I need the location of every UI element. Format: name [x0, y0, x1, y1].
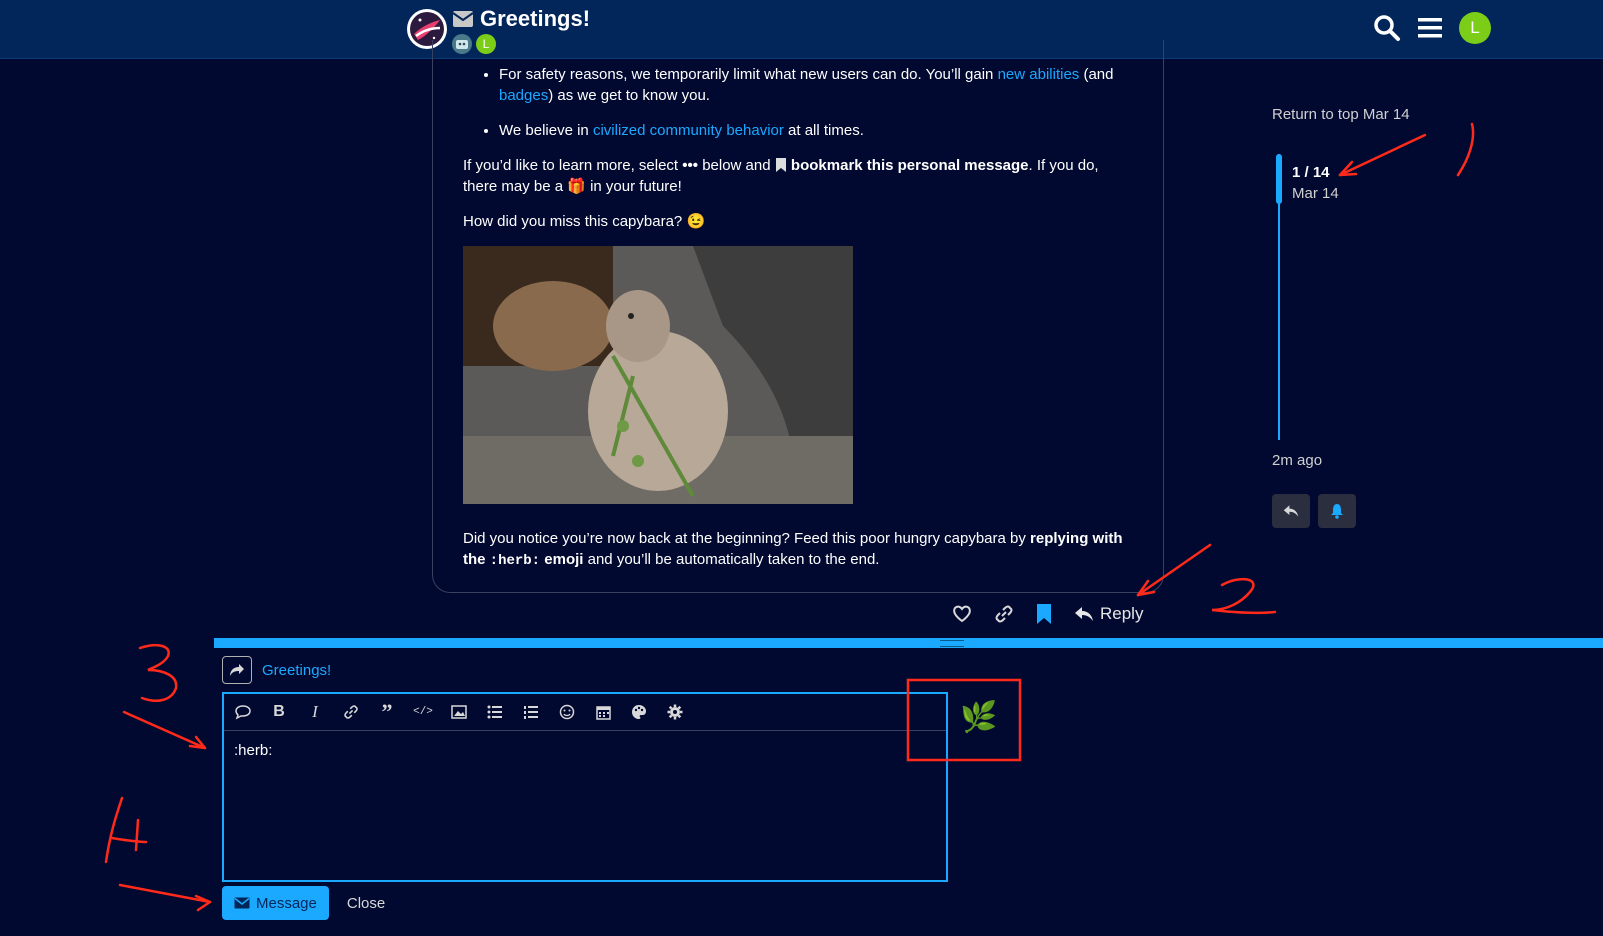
position-date: Mar 14 [1292, 185, 1339, 202]
reply-arrow-icon [1283, 505, 1299, 517]
code-icon[interactable]: </> [412, 701, 434, 723]
numbered-list-icon[interactable] [520, 701, 542, 723]
emoji-picker-icon[interactable] [556, 701, 578, 723]
reply-label: Reply [1100, 604, 1144, 623]
topic-title[interactable]: Greetings! [480, 6, 590, 32]
composer-editor: B I ” </> :herb: [222, 692, 948, 882]
last-activity[interactable]: 2m ago [1272, 452, 1322, 469]
composer-topic-title[interactable]: Greetings! [262, 662, 331, 679]
gear-icon[interactable] [664, 701, 686, 723]
bell-icon [1331, 504, 1343, 519]
message-label: Message [256, 894, 317, 912]
reply-button[interactable]: Reply [1074, 604, 1143, 624]
link-icon[interactable] [994, 604, 1014, 624]
header-icons: L [1373, 12, 1491, 44]
timeline-reply-button[interactable] [1272, 494, 1310, 528]
quote-bubble-icon[interactable] [232, 701, 254, 723]
badges-link[interactable]: badges [499, 87, 548, 104]
list-item: We believe in civilized community behavi… [499, 120, 1133, 141]
bold-icon[interactable]: B [268, 701, 290, 723]
composer-textarea[interactable]: :herb: [234, 742, 272, 759]
envelope-icon [234, 897, 250, 909]
heart-icon[interactable] [952, 605, 972, 623]
composer-grip[interactable] [940, 640, 964, 647]
more-dots-icon: ••• [682, 157, 699, 174]
share-arrow-icon [230, 664, 244, 676]
composer-buttons: Message Close [222, 886, 385, 920]
paragraph: Did you notice you’re now back at the be… [463, 530, 1123, 569]
editor-toolbar: B I ” </> [224, 694, 946, 731]
notification-button[interactable] [1318, 494, 1356, 528]
gift-emoji-icon: 🎁 [567, 178, 586, 195]
palette-icon[interactable] [628, 701, 650, 723]
message-submit-button[interactable]: Message [222, 886, 329, 920]
timeline-position: 1 / 14 Mar 14 [1292, 162, 1339, 204]
hyperlink-icon[interactable] [340, 701, 362, 723]
post-actions: Reply [952, 604, 1143, 624]
timeline-controls [1272, 494, 1356, 528]
post-list: For safety reasons, we temporarily limit… [463, 64, 1133, 141]
hamburger-menu-icon[interactable] [1417, 16, 1443, 40]
italic-icon[interactable]: I [304, 701, 326, 723]
timeline-handle[interactable] [1276, 154, 1282, 204]
return-to-top[interactable]: Return to top Mar 14 [1272, 104, 1432, 125]
user-avatar[interactable]: L [1459, 12, 1491, 44]
list-item: For safety reasons, we temporarily limit… [499, 64, 1133, 106]
topic-timeline: Return to top Mar 14 1 / 14 Mar 14 2m ag… [1272, 104, 1432, 528]
image-upload-icon[interactable] [448, 701, 470, 723]
composer-preview: 🌿 [960, 700, 997, 735]
herb-emoji-icon: 🌿 [960, 701, 998, 734]
post: For safety reasons, we temporarily limit… [432, 40, 1164, 593]
blockquote-icon[interactable]: ” [376, 699, 398, 724]
new-abilities-link[interactable]: new abilities [998, 66, 1080, 83]
composer-reply-to: Greetings! [222, 656, 331, 684]
bookmark-icon [775, 158, 786, 172]
composer-resize-bar[interactable] [214, 638, 1603, 648]
paragraph: How did you miss this capybara? 😉 [463, 213, 706, 230]
envelope-icon [452, 11, 474, 27]
reply-arrow-icon [1075, 607, 1093, 621]
calendar-icon[interactable] [592, 701, 614, 723]
community-behavior-link[interactable]: civilized community behavior [593, 122, 784, 139]
search-icon[interactable] [1373, 14, 1401, 42]
close-composer-button[interactable]: Close [347, 895, 385, 912]
paragraph: If you’d like to learn more, select ••• … [463, 157, 1099, 195]
wink-emoji-icon: 😉 [686, 213, 706, 230]
post-body: For safety reasons, we temporarily limit… [463, 64, 1133, 586]
position-count: 1 / 14 [1292, 164, 1330, 181]
capybara-image[interactable] [463, 246, 853, 504]
bookmark-icon[interactable] [1036, 604, 1052, 624]
composer-actions-button[interactable] [222, 656, 252, 684]
bullet-list-icon[interactable] [484, 701, 506, 723]
